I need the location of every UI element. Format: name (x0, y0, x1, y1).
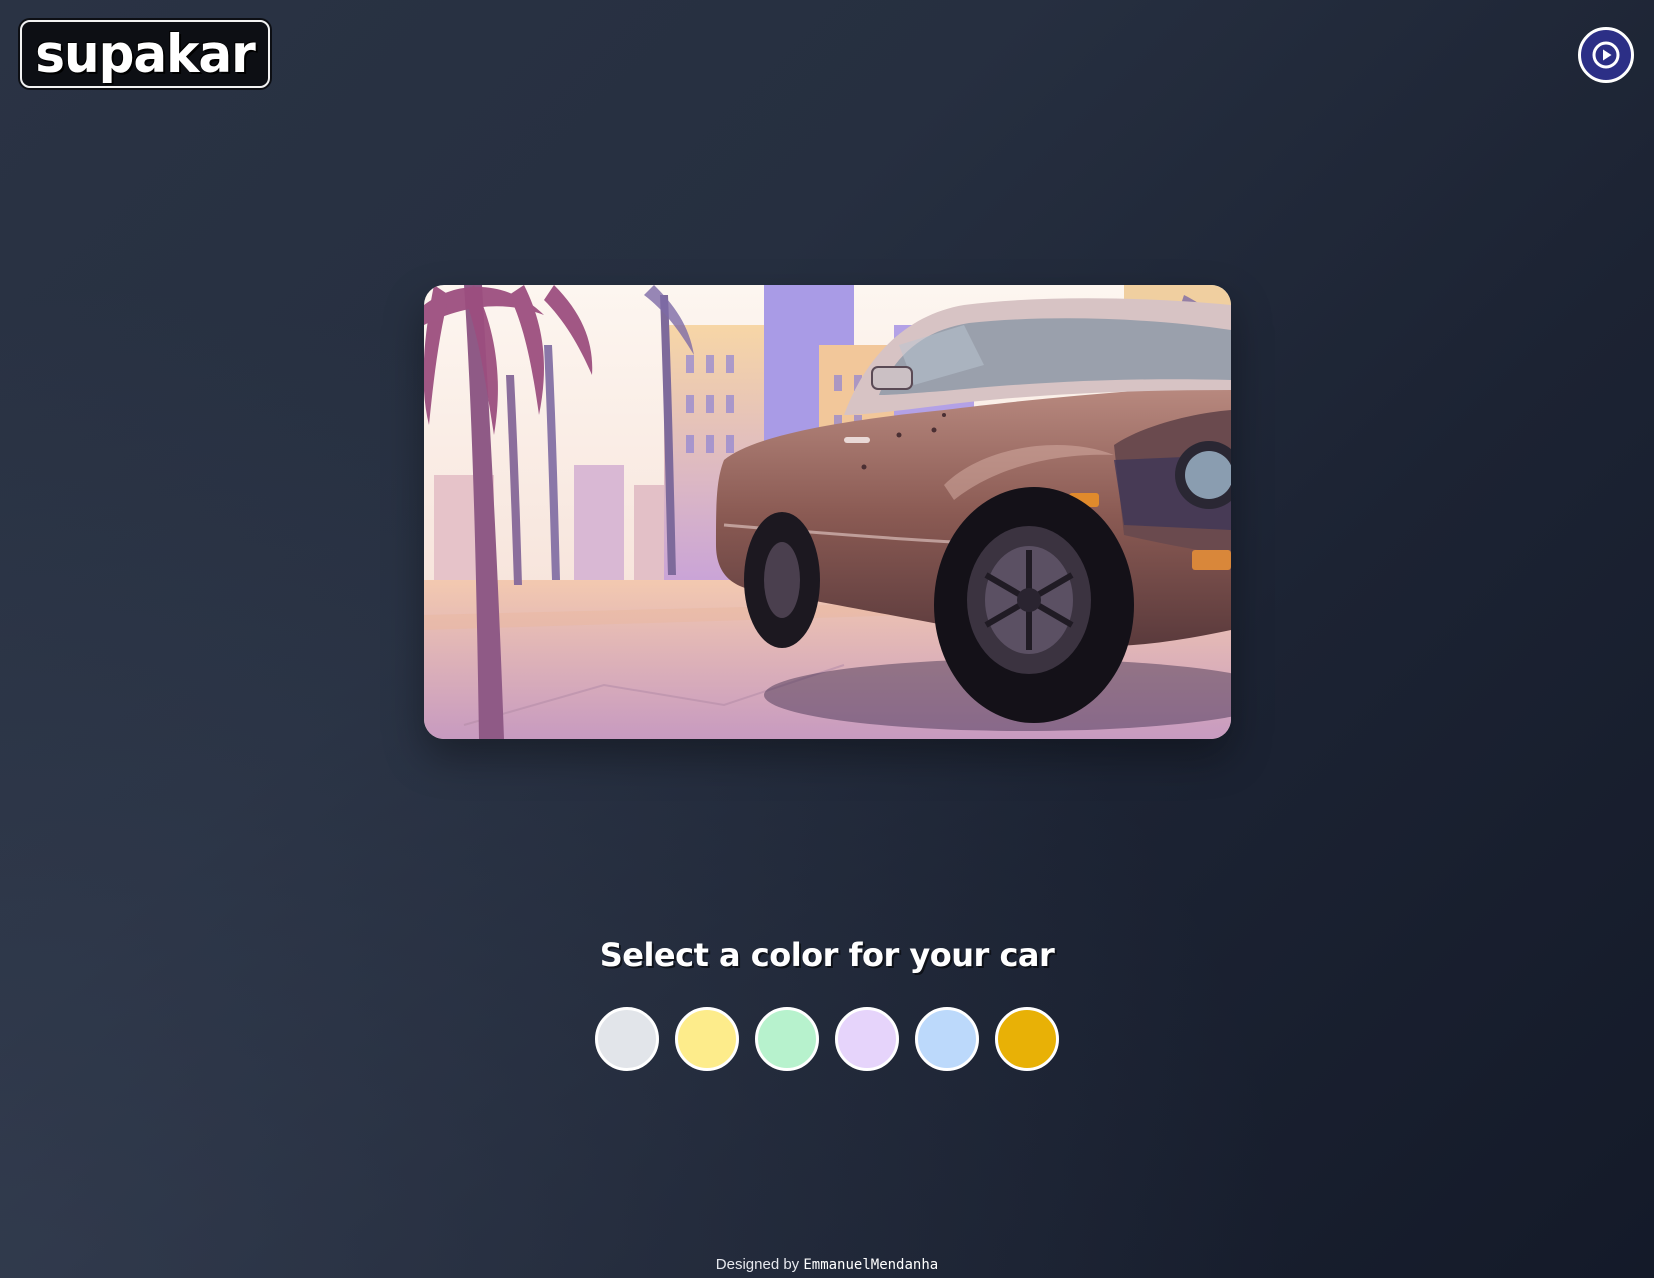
footer-credit: Designed by EmmanuelMendanha (0, 1256, 1654, 1273)
color-swatch-green[interactable] (755, 1007, 819, 1071)
play-circle-icon (1592, 41, 1620, 69)
footer-prefix: Designed by (715, 1256, 804, 1273)
color-swatches (595, 1007, 1059, 1071)
color-swatch-lavender[interactable] (835, 1007, 899, 1071)
brand-logo[interactable]: supakar (20, 20, 270, 88)
car-illustration (424, 285, 1231, 739)
play-button[interactable] (1578, 27, 1634, 83)
car-image (424, 285, 1231, 739)
color-swatch-blue[interactable] (915, 1007, 979, 1071)
color-swatch-yellow[interactable] (675, 1007, 739, 1071)
logo-text: supakar (35, 23, 256, 85)
color-swatch-gray[interactable] (595, 1007, 659, 1071)
footer-author: EmmanuelMendanha (803, 1257, 939, 1273)
color-picker-heading: Select a color for your car (599, 936, 1055, 974)
color-swatch-gold[interactable] (995, 1007, 1059, 1071)
